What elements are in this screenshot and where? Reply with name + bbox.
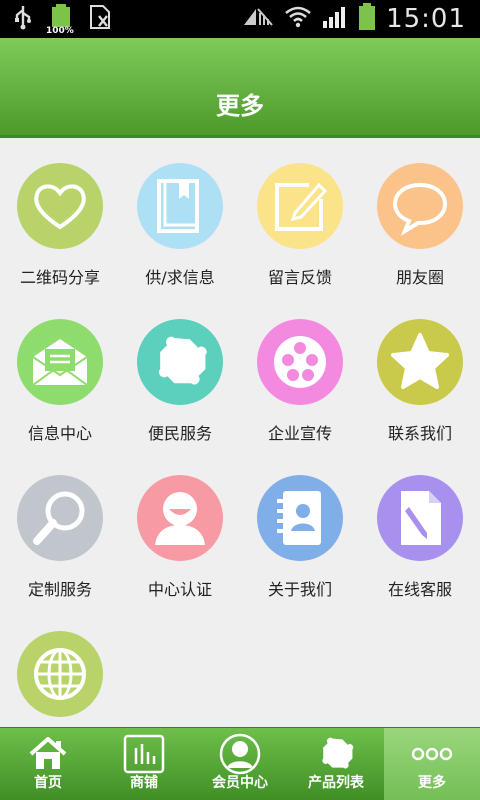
puzzle-icon — [137, 319, 223, 405]
grid-item-label: 联系我们 — [387, 424, 452, 443]
status-bar: 100% 15:01 — [0, 0, 480, 38]
user-icon — [137, 475, 223, 561]
grid-item-corporate-promo[interactable]: 企业宣传 — [240, 296, 360, 452]
page-title: 更多 — [216, 92, 264, 120]
grid-item-label: 关于我们 — [267, 580, 332, 599]
globe-icon — [17, 631, 103, 717]
usb-icon — [12, 4, 34, 34]
tab-label: 产品列表 — [308, 775, 364, 791]
grid-item-label: 在线客服 — [387, 580, 452, 599]
member-icon — [218, 733, 262, 775]
grid-item-label: 二维码分享 — [19, 268, 100, 287]
edit-icon — [257, 163, 343, 249]
tab-product-list[interactable]: 产品列表 — [288, 728, 384, 800]
grid-item-custom-service[interactable]: 定制服务 — [0, 452, 120, 608]
more-icon — [410, 734, 454, 774]
grid-item-label: 中心认证 — [147, 580, 212, 599]
puzzle-icon — [314, 734, 358, 774]
book-icon — [137, 163, 223, 249]
grid-item-about-us[interactable]: 关于我们 — [240, 452, 360, 608]
tab-member-center[interactable]: 会员中心 — [192, 728, 288, 800]
signal-muted-icon — [242, 5, 274, 33]
wifi-icon — [284, 5, 312, 33]
battery-icon — [358, 3, 376, 35]
grid-item-contact-us[interactable]: 联系我们 — [360, 296, 480, 452]
star-icon — [377, 319, 463, 405]
clock-time: 15:01 — [386, 4, 466, 34]
feature-grid: 二维码分享 供/求信息 留言反馈 朋友圈 信息中心 便民服务 企业宣传 联系我们… — [0, 140, 480, 727]
sim-card-icon — [88, 4, 112, 34]
tab-more[interactable]: 更多 — [384, 728, 480, 800]
heart-icon — [17, 163, 103, 249]
grid-item-qrcode-share[interactable]: 二维码分享 — [0, 140, 120, 296]
contacts-icon — [257, 475, 343, 561]
grid-item-label: 信息中心 — [27, 424, 92, 443]
grid-item-online-support[interactable]: 在线客服 — [360, 452, 480, 608]
bottom-tab-bar: 首页 商铺 会员中心 产品列表 更多 — [0, 727, 480, 800]
mail-icon — [17, 319, 103, 405]
film-reel-icon — [257, 319, 343, 405]
page-header: 更多 — [0, 38, 480, 138]
grid-item-label: 供/求信息 — [145, 268, 215, 287]
tab-label: 首页 — [34, 775, 62, 791]
grid-item-label: 企业宣传 — [267, 424, 332, 443]
grid-item-label: 定制服务 — [27, 580, 92, 599]
magnifier-icon — [17, 475, 103, 561]
grid-item-moments[interactable]: 朋友圈 — [360, 140, 480, 296]
chat-bubble-icon — [377, 163, 463, 249]
home-icon — [26, 734, 70, 774]
battery-full-icon: 100% — [46, 4, 74, 36]
grid-item-label: 朋友圈 — [395, 268, 444, 287]
cell-signal-icon — [322, 5, 348, 33]
chart-icon — [122, 734, 166, 774]
tab-home[interactable]: 首页 — [0, 728, 96, 800]
grid-item-info-center[interactable]: 信息中心 — [0, 296, 120, 452]
grid-item-feedback[interactable]: 留言反馈 — [240, 140, 360, 296]
grid-item-label: 便民服务 — [147, 424, 212, 443]
grid-item-convenience[interactable]: 便民服务 — [120, 296, 240, 452]
document-edit-icon — [377, 475, 463, 561]
grid-item-certification[interactable]: 中心认证 — [120, 452, 240, 608]
grid-item-supply-demand[interactable]: 供/求信息 — [120, 140, 240, 296]
tab-label: 商铺 — [130, 775, 158, 791]
grid-item-label: 留言反馈 — [267, 268, 332, 287]
tab-label: 会员中心 — [212, 775, 268, 791]
battery-percent-label: 100% — [46, 26, 74, 36]
tab-shop[interactable]: 商铺 — [96, 728, 192, 800]
tab-label: 更多 — [418, 775, 446, 791]
